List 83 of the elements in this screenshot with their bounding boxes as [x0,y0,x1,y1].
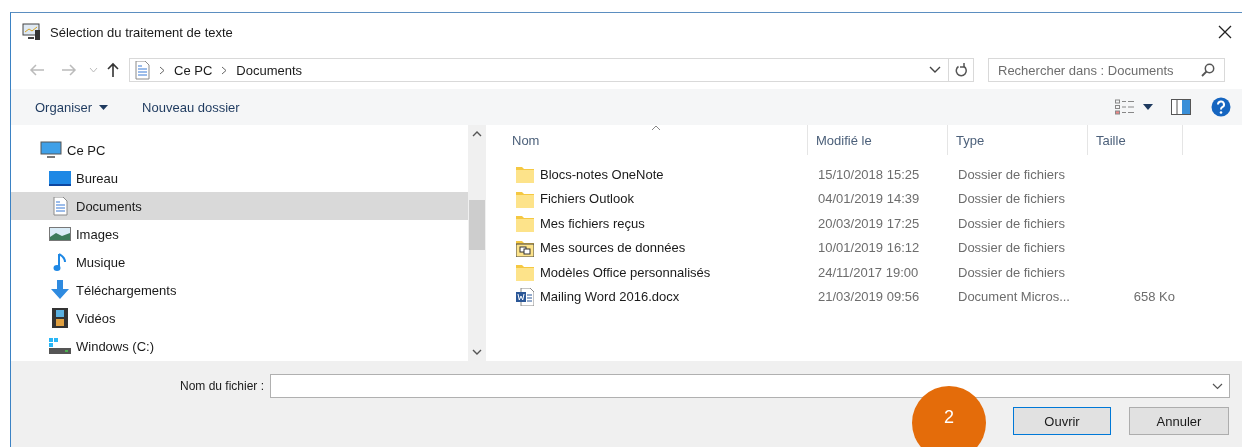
scrollbar[interactable] [468,125,486,361]
sidebar-item[interactable]: Bureau [11,164,468,192]
refresh-icon [954,63,968,77]
sidebar-item-label: Téléchargements [76,282,177,298]
chevron-icon [159,65,165,75]
window-title: Sélection du traitement de texte [50,24,233,40]
drive-icon [49,338,71,354]
table-cell-text: 21/03/2019 09:56 [817,289,921,305]
document-icon [52,196,68,216]
column-header[interactable]: Type [948,125,1088,155]
sidebar-item-label: Windows (C:) [76,338,154,354]
sidebar-item[interactable]: Musique [11,248,468,276]
search-field[interactable]: Rechercher dans : Documents [988,58,1225,82]
open-button[interactable]: Ouvrir [1013,407,1111,435]
table-cell-text: 04/01/2019 14:39 [817,191,921,207]
cancel-button[interactable]: Annuler [1129,407,1229,435]
column-header[interactable]: Taille [1088,125,1183,155]
file-name[interactable]: Mes sources de données [540,240,686,256]
down-arrow-icon [50,280,70,300]
file-name[interactable]: Blocs-notes OneNote [540,166,664,182]
caret-icon [99,104,109,110]
folder-icon [516,238,534,257]
address-bar[interactable]: Ce PC Documents [129,58,974,82]
table-cell-text: Dossier de fichiers [957,191,1066,207]
file-name[interactable]: Fichiers Outlook [540,191,634,207]
monitor-icon [40,141,62,159]
folder-icon [516,165,534,184]
filename-field[interactable] [270,374,1230,398]
sidebar-item-label: Documents [76,198,142,214]
table-cell-text: Document Micros... [957,289,1071,305]
search-icon [1201,63,1215,77]
chevron-icon [221,65,228,75]
table-cell-text: 15/10/2018 15:25 [817,166,921,182]
preview-pane-icon[interactable] [1171,99,1191,115]
file-name[interactable]: Mailing Word 2016.docx [540,289,680,305]
table-cell-text: Dossier de fichiers [957,166,1066,182]
organize-menu[interactable]: Organiser [25,95,119,119]
music-note-icon [53,252,67,272]
sidebar-item[interactable]: Documents [11,192,468,220]
folder-icon [516,263,534,282]
table-cell-text: Dossier de fichiers [957,215,1066,231]
breadcrumb[interactable]: Documents [236,62,303,78]
table-cell-text: 24/11/2017 19:00 [817,264,920,280]
dropdown-caret-icon[interactable] [929,66,941,74]
folder-icon [516,214,534,233]
desktop-icon [49,170,71,186]
column-header[interactable]: Nom [504,125,808,155]
document-icon [135,60,150,80]
sidebar-item-label: Ce PC [67,142,106,158]
up-icon[interactable] [106,62,120,78]
monitor-icon [22,23,42,41]
field-label: Nom du fichier : [178,379,264,393]
table-cell-text: Dossier de fichiers [957,240,1066,256]
sidebar-item-label: Images [76,226,119,242]
dropdown-caret-icon[interactable] [1212,383,1223,390]
help-icon[interactable] [1211,97,1231,117]
sidebar-item[interactable]: Images [11,220,468,248]
table-cell: 658 Ko [1133,289,1175,305]
breadcrumb[interactable]: Ce PC [174,62,213,78]
sidebar-item-label: Bureau [76,170,118,186]
scroll-down-icon[interactable] [472,349,482,355]
new-folder-button[interactable]: Nouveau dossier [132,95,250,119]
caret-icon[interactable] [1143,104,1153,110]
sidebar-item-label: Vidéos [76,310,116,326]
sidebar-item[interactable]: Windows (C:) [11,332,468,360]
folder-icon [516,189,534,208]
table-cell-text: 20/03/2019 17:25 [817,215,921,231]
scroll-up-icon[interactable] [472,131,482,137]
table-cell-text: 10/01/2019 16:12 [817,240,921,256]
file-name[interactable]: Modèles Office personnalisés [540,264,711,280]
column-header[interactable]: Modifié le [808,125,948,155]
sidebar-item[interactable]: Ce PC [11,136,468,164]
scroll-thumb[interactable] [469,200,485,250]
sidebar-item[interactable]: Téléchargements [11,276,468,304]
film-icon [52,308,68,328]
word-document-icon [516,287,534,306]
close-icon[interactable] [1218,25,1232,39]
view-list-icon[interactable] [1115,99,1135,115]
sidebar-item-label: Musique [76,254,126,270]
landscape-icon [49,226,71,242]
sidebar-item[interactable]: Vidéos [11,304,468,332]
table-cell-text: Dossier de fichiers [957,264,1066,280]
file-name[interactable]: Mes fichiers reçus [540,215,645,231]
